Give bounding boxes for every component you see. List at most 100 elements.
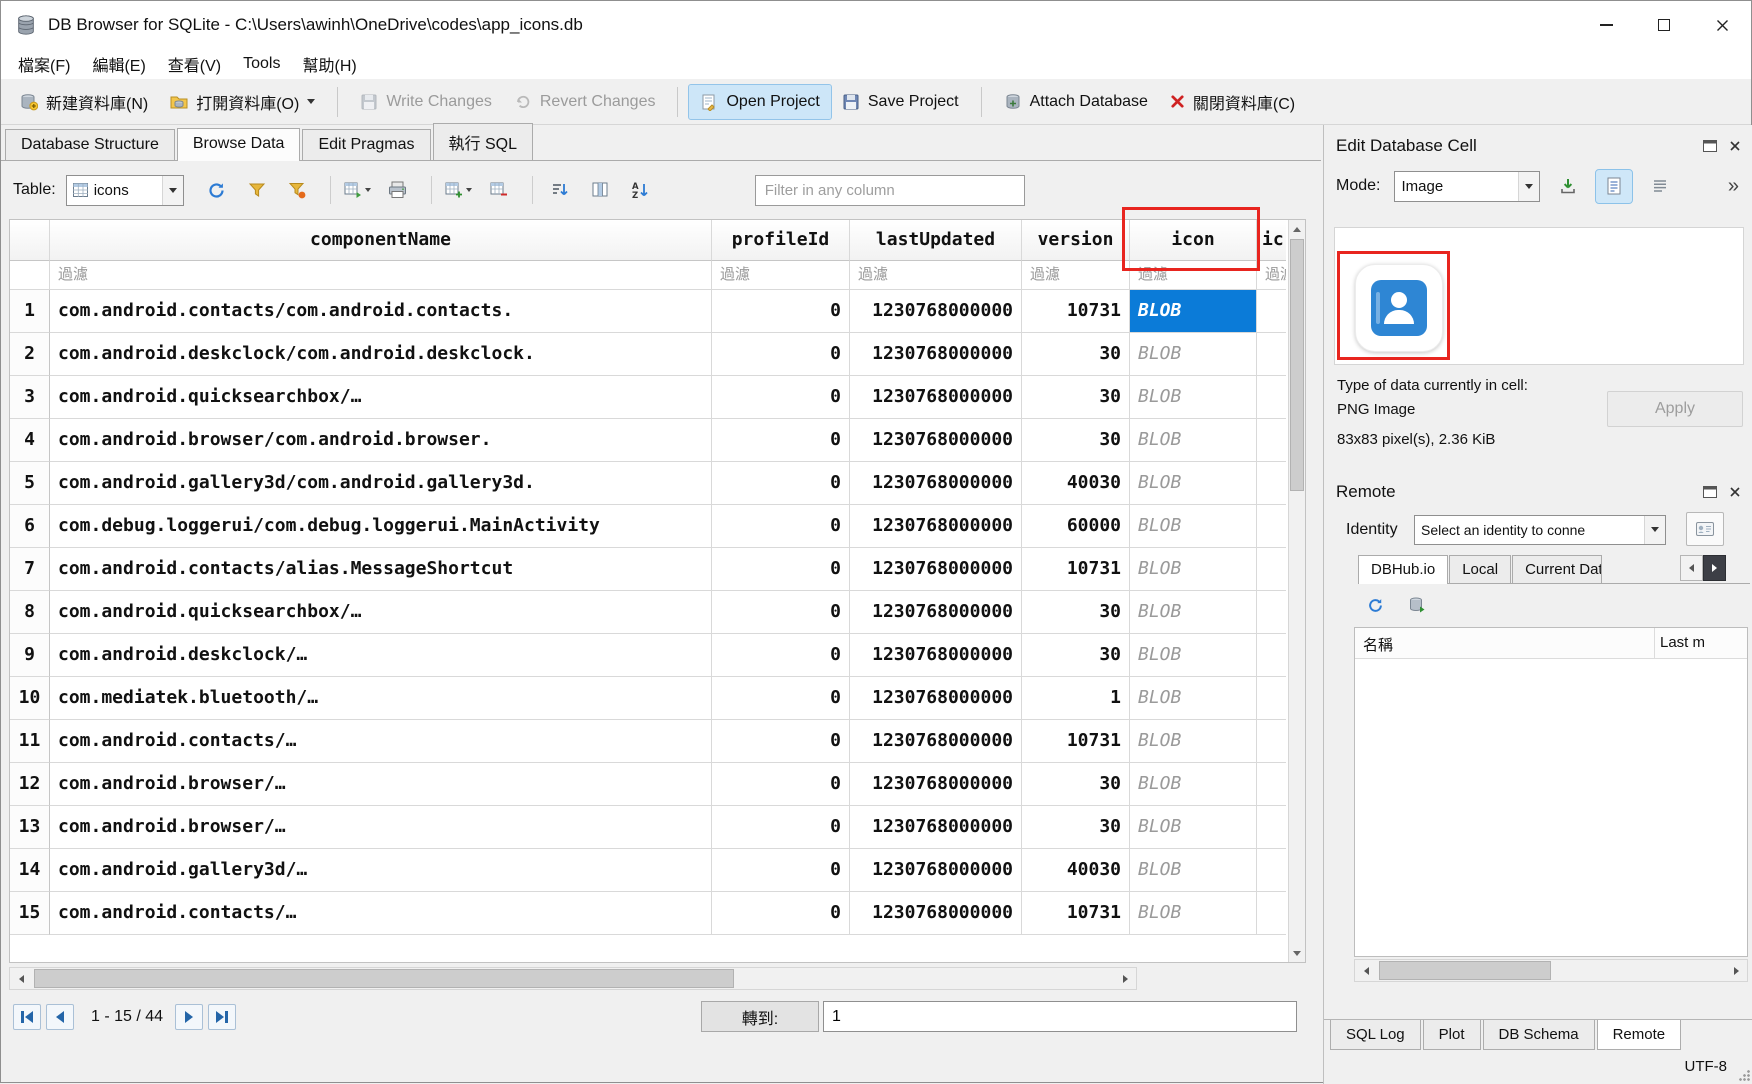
cell-profileid[interactable]: 0: [712, 505, 850, 548]
row-number[interactable]: 13: [10, 806, 50, 849]
cell-lastupdated[interactable]: 1230768000000: [850, 591, 1022, 634]
float-panel-button[interactable]: [1703, 140, 1717, 152]
row-number[interactable]: 5: [10, 462, 50, 505]
tab-dbhub-io[interactable]: DBHub.io: [1358, 555, 1448, 584]
grid-scroll-left-button[interactable]: [10, 968, 32, 989]
tab-remote[interactable]: Remote: [1597, 1020, 1682, 1050]
cell-icon[interactable]: BLOB: [1130, 806, 1257, 849]
cell-componentname[interactable]: com.android.contacts/…: [50, 892, 712, 935]
row-number[interactable]: 12: [10, 763, 50, 806]
cell-clipped[interactable]: [1257, 849, 1286, 892]
cell-clipped[interactable]: [1257, 677, 1286, 720]
toolbar-overflow-chevron[interactable]: »: [1728, 175, 1739, 198]
remote-scroll-right-button[interactable]: [1725, 960, 1747, 981]
revert-changes-button[interactable]: Revert Changes: [503, 85, 667, 119]
open-database-button[interactable]: 打開資料庫(O): [159, 82, 326, 122]
cell-version[interactable]: 30: [1022, 419, 1130, 462]
grid-scroll-right-button[interactable]: [1114, 968, 1136, 989]
cell-componentname[interactable]: com.android.deskclock/…: [50, 634, 712, 677]
mode-selector-dropdown[interactable]: [1518, 172, 1539, 201]
remote-scroll-thumb[interactable]: [1379, 961, 1551, 980]
cell-version[interactable]: 30: [1022, 763, 1130, 806]
menu-help[interactable]: 幫助(H): [291, 48, 367, 80]
previous-page-button[interactable]: [46, 1004, 74, 1030]
menu-tools[interactable]: Tools: [232, 51, 291, 77]
filter-button[interactable]: [240, 174, 274, 206]
close-panel-button[interactable]: [1729, 140, 1741, 152]
tab-plot[interactable]: Plot: [1423, 1020, 1481, 1050]
cell-clipped[interactable]: [1257, 505, 1286, 548]
cell-componentname[interactable]: com.android.quicksearchbox/…: [50, 591, 712, 634]
cell-clipped[interactable]: [1257, 333, 1286, 376]
scroll-down-button[interactable]: [1289, 944, 1305, 962]
cell-profileid[interactable]: 0: [712, 419, 850, 462]
cell-lastupdated[interactable]: 1230768000000: [850, 634, 1022, 677]
tab-edit-pragmas[interactable]: Edit Pragmas: [302, 129, 430, 160]
row-number[interactable]: 3: [10, 376, 50, 419]
cell-componentname[interactable]: com.android.browser/…: [50, 763, 712, 806]
cell-componentname[interactable]: com.android.contacts/…: [50, 720, 712, 763]
remote-column-last-modified[interactable]: Last m: [1655, 628, 1747, 658]
cell-version[interactable]: 1: [1022, 677, 1130, 720]
import-data-button[interactable]: [1550, 170, 1586, 203]
cell-version[interactable]: 30: [1022, 806, 1130, 849]
cell-lastupdated[interactable]: 1230768000000: [850, 419, 1022, 462]
cell-clipped[interactable]: [1257, 634, 1286, 677]
cell-version[interactable]: 40030: [1022, 849, 1130, 892]
cell-lastupdated[interactable]: 1230768000000: [850, 806, 1022, 849]
cell-componentname[interactable]: com.mediatek.bluetooth/…: [50, 677, 712, 720]
identity-selector[interactable]: Select an identity to conne: [1414, 515, 1666, 545]
cell-icon[interactable]: BLOB: [1130, 333, 1257, 376]
cell-clipped[interactable]: [1257, 376, 1286, 419]
sort-az-button[interactable]: A Z: [623, 174, 657, 206]
tabs-scroll-right-button[interactable]: [1703, 555, 1726, 581]
cell-lastupdated[interactable]: 1230768000000: [850, 763, 1022, 806]
filter-input-clipped[interactable]: 過濾: [1257, 261, 1286, 290]
next-page-button[interactable]: [175, 1004, 203, 1030]
cell-profileid[interactable]: 0: [712, 892, 850, 935]
cell-icon[interactable]: BLOB: [1130, 505, 1257, 548]
apply-button[interactable]: Apply: [1607, 391, 1743, 427]
cell-clipped[interactable]: [1257, 806, 1286, 849]
cell-icon[interactable]: BLOB: [1130, 548, 1257, 591]
cell-icon[interactable]: BLOB: [1130, 290, 1257, 333]
remote-clone-button[interactable]: [1402, 591, 1432, 619]
row-number[interactable]: 15: [10, 892, 50, 935]
close-panel-button[interactable]: [1729, 486, 1741, 498]
row-number[interactable]: 6: [10, 505, 50, 548]
table-selector-dropdown[interactable]: [162, 176, 183, 205]
tab-database-structure[interactable]: Database Structure: [5, 129, 175, 160]
cell-icon[interactable]: BLOB: [1130, 462, 1257, 505]
tab-local[interactable]: Local: [1449, 555, 1511, 583]
cell-icon[interactable]: BLOB: [1130, 376, 1257, 419]
cell-version[interactable]: 60000: [1022, 505, 1130, 548]
cell-lastupdated[interactable]: 1230768000000: [850, 720, 1022, 763]
tab-execute-sql[interactable]: 執行 SQL: [433, 123, 533, 160]
row-number[interactable]: 7: [10, 548, 50, 591]
identity-selector-dropdown[interactable]: [1644, 516, 1665, 544]
cell-version[interactable]: 30: [1022, 333, 1130, 376]
cell-clipped[interactable]: [1257, 419, 1286, 462]
maximize-button[interactable]: [1635, 1, 1693, 49]
vertical-scroll-thumb[interactable]: [1290, 239, 1304, 491]
row-number[interactable]: 11: [10, 720, 50, 763]
menu-edit[interactable]: 編輯(E): [81, 48, 156, 80]
filter-input-icon[interactable]: 過濾: [1130, 261, 1257, 290]
cell-version[interactable]: 10731: [1022, 892, 1130, 935]
row-number[interactable]: 9: [10, 634, 50, 677]
cell-version[interactable]: 30: [1022, 634, 1130, 677]
cell-lastupdated[interactable]: 1230768000000: [850, 333, 1022, 376]
refresh-button[interactable]: [200, 174, 234, 206]
identity-settings-button[interactable]: [1686, 512, 1724, 546]
tab-db-schema[interactable]: DB Schema: [1483, 1020, 1595, 1050]
row-number[interactable]: 1: [10, 290, 50, 333]
cell-icon[interactable]: BLOB: [1130, 677, 1257, 720]
new-database-button[interactable]: 新建資料庫(N): [9, 82, 159, 122]
first-page-button[interactable]: [13, 1004, 41, 1030]
global-filter-input[interactable]: [755, 175, 1025, 206]
cell-profileid[interactable]: 0: [712, 333, 850, 376]
cell-lastupdated[interactable]: 1230768000000: [850, 849, 1022, 892]
cell-componentname[interactable]: com.android.browser/com.android.browser.: [50, 419, 712, 462]
cell-componentname[interactable]: com.android.browser/…: [50, 806, 712, 849]
cell-profileid[interactable]: 0: [712, 290, 850, 333]
